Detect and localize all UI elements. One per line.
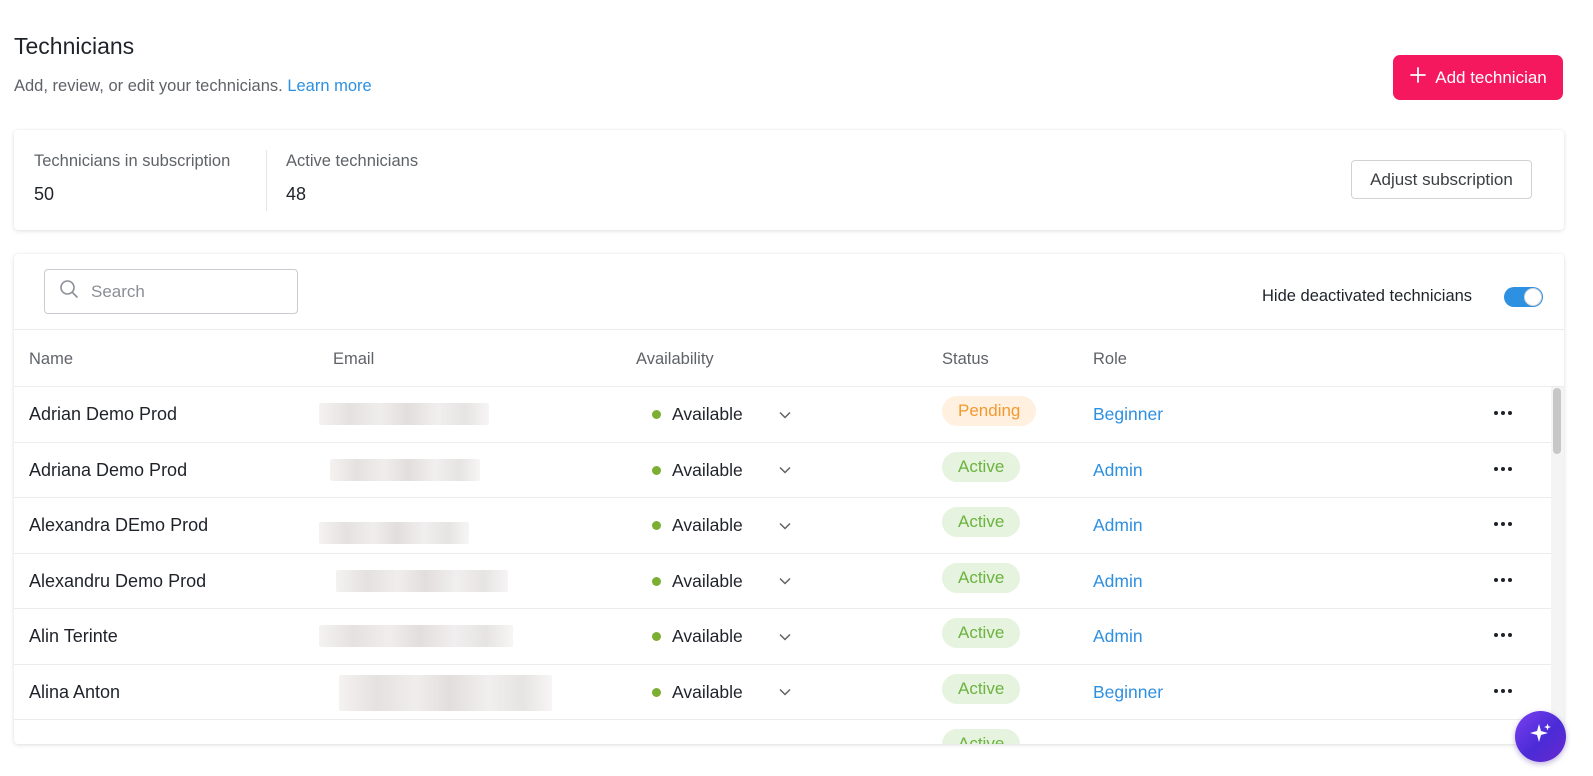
- chevron-down-icon: [779, 411, 791, 419]
- toggle-knob: [1524, 288, 1542, 306]
- active-technicians-value: 48: [286, 184, 307, 204]
- technicians-table-card: Hide deactivated technicians Name Email …: [14, 254, 1564, 744]
- learn-more-link[interactable]: Learn more: [287, 77, 371, 95]
- availability-dropdown[interactable]: Available: [652, 571, 791, 592]
- sparkle-icon: [1528, 721, 1554, 752]
- more-horizontal-icon[interactable]: [1489, 621, 1517, 649]
- available-status-dot: [652, 632, 661, 641]
- plus-icon: [1409, 65, 1427, 89]
- more-horizontal-icon[interactable]: [1489, 677, 1517, 705]
- availability-value: Available: [672, 515, 743, 535]
- technician-email-redacted: [319, 522, 469, 544]
- technicians-in-subscription-label: Technicians in subscription: [34, 152, 231, 170]
- availability-dropdown[interactable]: Available: [652, 626, 791, 647]
- role-link[interactable]: Admin: [1093, 571, 1143, 592]
- table-scrollbar-thumb[interactable]: [1553, 388, 1561, 454]
- status-badge: Active: [942, 673, 1021, 704]
- available-status-dot: [652, 576, 661, 586]
- availability-value: Available: [672, 459, 743, 480]
- technicians-in-subscription-value: 50: [34, 184, 55, 204]
- more-horizontal-icon[interactable]: [1489, 455, 1517, 483]
- column-header-availability[interactable]: Availability: [636, 350, 714, 369]
- hide-deactivated-label: Hide deactivated technicians: [1262, 287, 1473, 305]
- search-icon: [59, 279, 79, 304]
- search-input[interactable]: [89, 280, 269, 303]
- more-horizontal-icon[interactable]: [1489, 510, 1517, 538]
- table-row[interactable]: Adrian Demo Prod Available Pending Begin…: [14, 387, 1551, 443]
- technician-name[interactable]: Alin Terinte: [29, 626, 118, 647]
- technician-email-redacted: [319, 625, 513, 647]
- availability-value: Available: [672, 626, 743, 646]
- page-subtitle-text: Add, review, or edit your technicians.: [14, 77, 283, 95]
- role-link[interactable]: Admin: [1093, 460, 1143, 481]
- availability-dropdown[interactable]: Available: [652, 460, 791, 481]
- technician-name[interactable]: Alexandra DEmo Prod: [29, 515, 208, 536]
- availability-value: Available: [672, 404, 743, 424]
- chevron-down-icon: [779, 577, 791, 585]
- table-row[interactable]: Alexandra DEmo Prod Available Active Adm…: [14, 498, 1551, 554]
- chevron-down-icon: [779, 466, 791, 474]
- technician-name[interactable]: Alina Anton: [29, 682, 120, 703]
- search-box[interactable]: [44, 269, 298, 314]
- table-header: Name Email Availability Status Role: [14, 329, 1564, 387]
- table-row[interactable]: Alin Terinte Available Active Admin: [14, 609, 1551, 665]
- page-subtitle: Add, review, or edit your technicians. L…: [14, 77, 372, 96]
- table-row[interactable]: Adriana Demo Prod Available Active Admin: [14, 443, 1551, 498]
- table-row[interactable]: Active: [14, 720, 1551, 744]
- role-link[interactable]: Admin: [1093, 515, 1143, 536]
- ai-assistant-button[interactable]: [1515, 711, 1566, 762]
- status-badge: Active: [942, 562, 1021, 593]
- chevron-down-icon: [779, 633, 791, 641]
- page-title: Technicians: [14, 33, 135, 59]
- chevron-down-icon: [779, 522, 791, 530]
- status-badge: Pending: [942, 396, 1037, 426]
- technician-name[interactable]: Alexandru Demo Prod: [29, 571, 206, 592]
- column-header-name[interactable]: Name: [29, 350, 73, 369]
- status-badge: Active: [942, 729, 1021, 744]
- technician-name[interactable]: Adrian Demo Prod: [29, 404, 177, 425]
- available-status-dot: [652, 465, 661, 475]
- metric-divider: [266, 150, 267, 211]
- table-body: Adrian Demo Prod Available Pending Begin…: [14, 387, 1551, 744]
- availability-dropdown[interactable]: Available: [652, 682, 791, 703]
- availability-value: Available: [672, 570, 743, 591]
- role-link[interactable]: Beginner: [1093, 682, 1163, 703]
- chevron-down-icon: [779, 688, 791, 696]
- technicians-in-subscription-metric: Technicians in subscription 50: [34, 152, 230, 205]
- subscription-summary-card: Technicians in subscription 50 Active te…: [14, 130, 1564, 230]
- more-horizontal-icon[interactable]: [1489, 399, 1517, 427]
- available-status-dot: [652, 521, 661, 530]
- available-status-dot: [652, 410, 661, 419]
- technician-email-redacted: [339, 674, 552, 711]
- column-header-email[interactable]: Email: [333, 350, 374, 369]
- column-header-role[interactable]: Role: [1093, 350, 1127, 369]
- availability-dropdown[interactable]: Available: [652, 404, 791, 425]
- table-row[interactable]: Alina Anton Available Active Beginner: [14, 665, 1551, 720]
- technician-email-redacted: [319, 403, 489, 425]
- hide-deactivated-toggle[interactable]: [1504, 287, 1543, 307]
- technician-name[interactable]: Adriana Demo Prod: [29, 460, 187, 481]
- status-badge: Active: [942, 507, 1021, 537]
- add-technician-button[interactable]: Add technician: [1393, 55, 1563, 100]
- column-header-status[interactable]: Status: [942, 350, 989, 369]
- active-technicians-label: Active technicians: [286, 152, 419, 170]
- status-badge: Active: [942, 618, 1021, 648]
- technician-email-redacted: [330, 458, 480, 481]
- status-badge: Active: [942, 451, 1021, 482]
- active-technicians-metric: Active technicians 48: [286, 152, 418, 205]
- role-link[interactable]: Beginner: [1093, 404, 1163, 425]
- more-horizontal-icon[interactable]: [1489, 566, 1517, 594]
- availability-value: Available: [672, 681, 743, 702]
- availability-dropdown[interactable]: Available: [652, 515, 791, 536]
- role-link[interactable]: Admin: [1093, 626, 1143, 647]
- add-technician-label: Add technician: [1435, 67, 1547, 87]
- adjust-subscription-button[interactable]: Adjust subscription: [1351, 160, 1532, 199]
- table-row[interactable]: Alexandru Demo Prod Available Active Adm…: [14, 554, 1551, 609]
- technician-email-redacted: [336, 569, 508, 592]
- available-status-dot: [652, 687, 661, 697]
